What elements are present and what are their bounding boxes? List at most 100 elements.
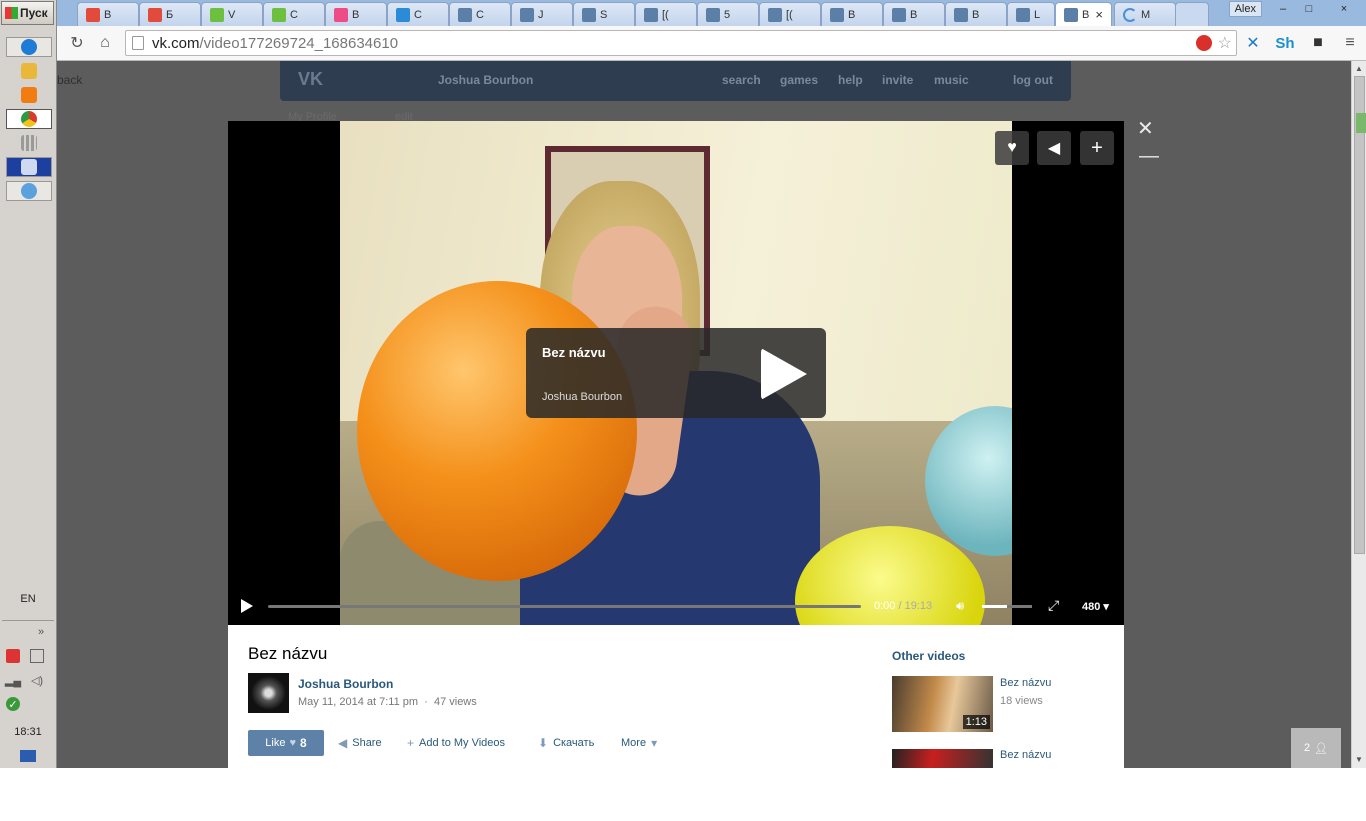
- clipboard-icon[interactable]: [30, 649, 44, 663]
- volume-icon[interactable]: ◁): [30, 673, 44, 687]
- close-icon[interactable]: ✕: [1137, 116, 1154, 141]
- taskbar-item-ie[interactable]: [6, 37, 52, 57]
- browser-tab-active[interactable]: B ×: [1055, 2, 1112, 26]
- extension-badge-icon[interactable]: ■: [1308, 33, 1328, 53]
- clock[interactable]: 18:31: [0, 726, 56, 738]
- security-check-icon[interactable]: ✓: [6, 697, 20, 711]
- like-heart-icon[interactable]: ♥: [995, 131, 1029, 165]
- nav-search[interactable]: search: [722, 73, 761, 87]
- taskbar-item-folder[interactable]: [6, 61, 52, 81]
- seek-bar[interactable]: [268, 605, 861, 608]
- nav-invite[interactable]: invite: [882, 73, 913, 87]
- side-tab[interactable]: [1356, 113, 1366, 133]
- loading-spinner-icon: [1123, 7, 1137, 22]
- browser-tab[interactable]: С: [449, 2, 511, 26]
- browser-tab[interactable]: B: [821, 2, 883, 26]
- maximize-button[interactable]: □: [1296, 0, 1322, 18]
- video-player[interactable]: Bez názvu Joshua Bourbon ♥ ◀ + 0:00 / 19…: [228, 121, 1124, 625]
- download-button[interactable]: ⬇ Скачать: [538, 736, 594, 750]
- nav-music[interactable]: music: [934, 73, 969, 87]
- menu-icon[interactable]: ≡: [1340, 33, 1360, 53]
- browser-tab-loading[interactable]: M: [1114, 2, 1176, 26]
- scroll-up-icon[interactable]: ▲: [1355, 64, 1363, 73]
- start-button[interactable]: Пуск: [1, 1, 54, 25]
- header-back-name[interactable]: Joshua Bourbon: [438, 73, 533, 87]
- browser-tab[interactable]: С: [263, 2, 325, 26]
- address-bar[interactable]: vk.com/video177269724_168634610 ☆: [125, 30, 1237, 56]
- browser-tab[interactable]: [(: [759, 2, 821, 26]
- close-tab-icon[interactable]: ×: [1095, 7, 1103, 22]
- show-more-icon[interactable]: »: [34, 625, 48, 639]
- language-indicator[interactable]: EN: [0, 593, 56, 605]
- network-signal-icon[interactable]: ▂▄: [5, 673, 21, 687]
- scroll-down-icon[interactable]: ▼: [1355, 755, 1363, 764]
- other-video-title[interactable]: Bez názvu: [1000, 677, 1051, 689]
- media-player-icon: [21, 87, 37, 103]
- nav-logout[interactable]: log out: [1013, 73, 1053, 87]
- big-play-icon[interactable]: [761, 348, 807, 400]
- browser-tab[interactable]: B: [883, 2, 945, 26]
- other-video-title[interactable]: Bez názvu: [1000, 749, 1051, 761]
- new-tab-button[interactable]: [1175, 2, 1209, 26]
- browser-tab[interactable]: В: [77, 2, 139, 26]
- vk-favicon-icon: [520, 7, 534, 22]
- vk-logo[interactable]: VK: [298, 69, 323, 90]
- reload-icon[interactable]: ↻: [67, 33, 87, 53]
- other-video-thumbnail[interactable]: 1:13: [892, 676, 993, 732]
- browser-tab[interactable]: B: [945, 2, 1007, 26]
- browser-tab[interactable]: V: [201, 2, 263, 26]
- author-link[interactable]: Joshua Bourbon: [298, 677, 393, 691]
- taskbar-item-browser[interactable]: [6, 181, 52, 201]
- video-title-card[interactable]: Bez názvu Joshua Bourbon: [526, 328, 826, 418]
- scrollbar-thumb[interactable]: [1354, 76, 1365, 554]
- share-megaphone-icon[interactable]: ◀: [1037, 131, 1071, 165]
- windows-flag-icon: [5, 7, 18, 19]
- like-button[interactable]: Like ♥ 8: [248, 730, 324, 756]
- add-to-videos-button[interactable]: + Add to My Videos: [407, 736, 505, 750]
- taskbar-item-apps[interactable]: [6, 133, 52, 153]
- author-avatar[interactable]: [248, 673, 289, 713]
- browser-tab[interactable]: В: [325, 2, 387, 26]
- share-button[interactable]: ◀ Share: [338, 736, 382, 750]
- fullscreen-icon[interactable]: ⤢: [1048, 597, 1059, 614]
- volume-icon[interactable]: 🔊︎: [956, 598, 964, 614]
- browser-tab[interactable]: С: [387, 2, 449, 26]
- browser-tab[interactable]: 5: [697, 2, 759, 26]
- close-window-button[interactable]: ×: [1322, 0, 1366, 18]
- video-info-panel: Bez názvu Joshua Bourbon May 11, 2014 at…: [228, 625, 1124, 768]
- browser-tab[interactable]: [(: [635, 2, 697, 26]
- minimize-player-icon[interactable]: —: [1139, 145, 1159, 168]
- nav-games[interactable]: games: [780, 73, 818, 87]
- add-plus-icon[interactable]: +: [1080, 131, 1114, 165]
- page-scrollbar[interactable]: ▲ ▼: [1351, 61, 1366, 768]
- chat-button[interactable]: 2 👤︎: [1291, 728, 1341, 768]
- quality-selector[interactable]: 480 ▾: [1082, 600, 1109, 613]
- video-card-title: Bez názvu: [542, 345, 606, 360]
- browser-tab[interactable]: L: [1007, 2, 1055, 26]
- minimize-button[interactable]: –: [1270, 0, 1296, 18]
- other-video-thumbnail[interactable]: [892, 749, 993, 768]
- profile-button[interactable]: Alex: [1228, 1, 1262, 17]
- browser-tab[interactable]: J: [511, 2, 573, 26]
- taskbar-item-chrome[interactable]: [6, 109, 52, 129]
- extension-block-icon[interactable]: [1196, 35, 1212, 51]
- home-icon[interactable]: ⌂: [95, 33, 115, 53]
- more-button[interactable]: More ▾: [621, 736, 657, 750]
- taskbar-item-media[interactable]: [6, 85, 52, 105]
- browser-toolbar: ↻ ⌂ vk.com/video177269724_168634610 ☆ ✕ …: [57, 26, 1366, 61]
- desktop-icon[interactable]: [20, 750, 36, 762]
- taskbar-item-reader[interactable]: [6, 157, 52, 177]
- play-icon[interactable]: [241, 599, 253, 613]
- extension-x-icon[interactable]: ✕: [1243, 33, 1263, 53]
- back-link[interactable]: back: [57, 73, 82, 87]
- antivirus-icon[interactable]: [6, 649, 20, 663]
- vk-favicon-icon: [458, 7, 472, 22]
- vk-favicon-icon: [582, 7, 596, 22]
- volume-slider[interactable]: [982, 605, 1032, 608]
- nav-help[interactable]: help: [838, 73, 863, 87]
- browser-tab[interactable]: S: [573, 2, 635, 26]
- browser-tab[interactable]: Б: [139, 2, 201, 26]
- browser-icon: [21, 183, 37, 199]
- extension-sh-icon[interactable]: Sh: [1275, 33, 1295, 53]
- bookmark-star-icon[interactable]: ☆: [1218, 33, 1232, 53]
